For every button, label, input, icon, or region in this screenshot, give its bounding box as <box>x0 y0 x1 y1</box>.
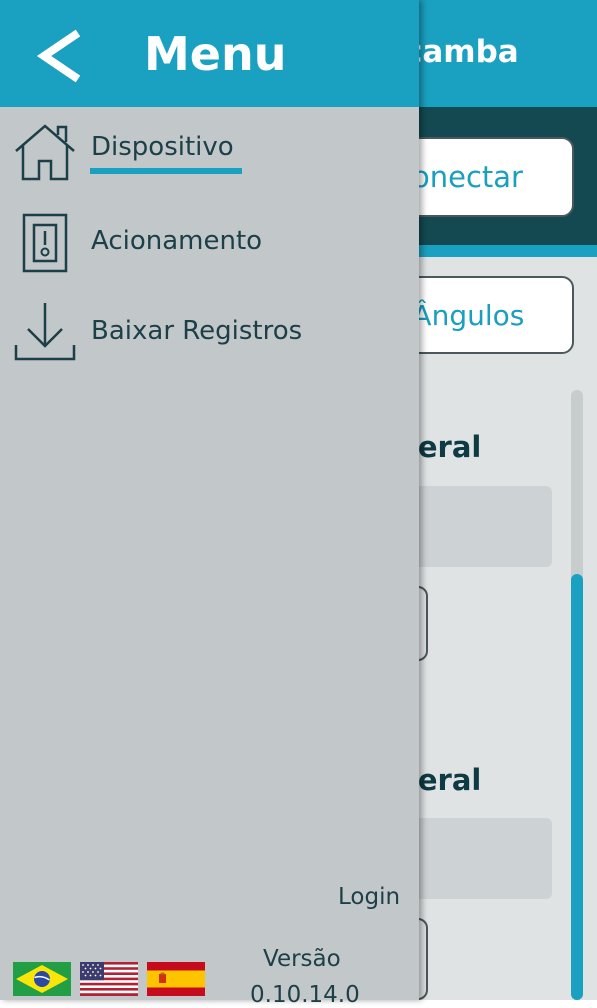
back-arrow-icon[interactable] <box>34 29 88 83</box>
drawer-header: Menu <box>0 0 419 107</box>
brazil-flag-icon[interactable] <box>13 962 71 996</box>
drawer-title: Menu <box>144 27 287 81</box>
menu-item-acionamento[interactable]: Acionamento <box>0 205 419 285</box>
usa-flag-icon[interactable] <box>80 962 138 996</box>
download-icon <box>14 303 76 361</box>
switch-icon <box>22 213 68 273</box>
version-value: 0.10.14.0 <box>250 982 360 1008</box>
active-indicator <box>90 168 242 174</box>
spain-flag-icon[interactable] <box>147 962 205 996</box>
menu-item-label: Dispositivo <box>91 132 234 162</box>
menu-item-label: Acionamento <box>91 226 263 256</box>
navigation-drawer: Menu Dispositivo Acionamento Baixar Regi… <box>0 0 419 1008</box>
scrollbar-thumb[interactable] <box>571 574 583 1000</box>
menu-item-baixar-registros[interactable]: Baixar Registros <box>0 295 419 375</box>
login-link[interactable]: Login <box>338 884 400 910</box>
menu-item-label: Baixar Registros <box>91 316 303 346</box>
connect-button-label: onectar <box>412 160 523 194</box>
menu-item-dispositivo[interactable]: Dispositivo <box>0 115 419 195</box>
version-label: Versão <box>263 946 341 972</box>
home-icon <box>15 124 75 181</box>
app-title: çamba <box>404 34 519 70</box>
